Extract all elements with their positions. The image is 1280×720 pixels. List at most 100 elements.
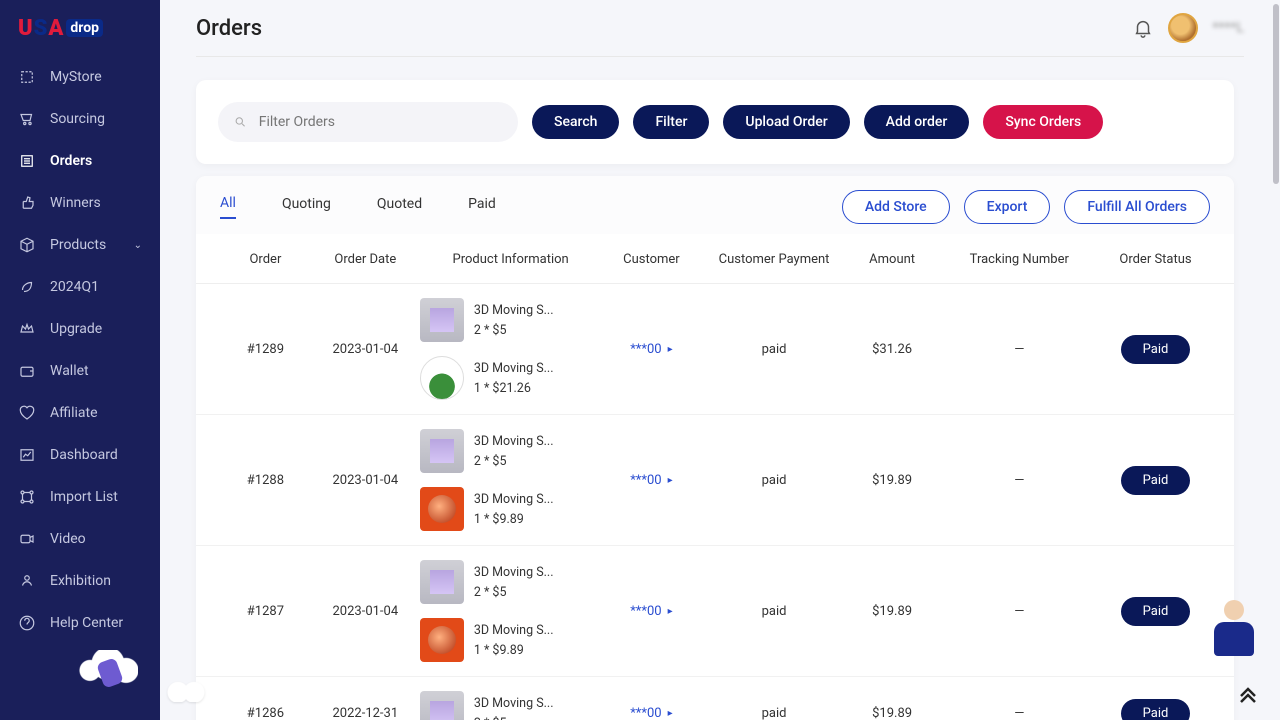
th-prod: Product Information <box>420 252 602 267</box>
sidebar-item-wallet[interactable]: Wallet <box>0 350 160 392</box>
table-body: #1289 2023-01-04 3D Moving S... 2 * $5 3… <box>196 284 1234 720</box>
filter-orders-input[interactable] <box>259 114 502 130</box>
th-pay: Customer Payment <box>701 252 846 267</box>
cell-products: 3D Moving S... 2 * $5 3D Moving S... 1 *… <box>420 560 602 662</box>
export-button[interactable]: Export <box>964 190 1051 224</box>
cell-products: 3D Moving S... 2 * $5 <box>420 691 602 720</box>
cell-status: Paid <box>1101 466 1210 495</box>
cell-date: 2023-01-04 <box>311 604 420 619</box>
product-qty: 2 * $5 <box>474 585 554 600</box>
status-badge[interactable]: Paid <box>1121 597 1191 626</box>
header-divider <box>196 56 1244 57</box>
upload-order-button[interactable]: Upload Order <box>723 105 849 139</box>
sidebar-item-mystore[interactable]: MyStore <box>0 56 160 98</box>
fulfill-all-button[interactable]: Fulfill All Orders <box>1064 190 1210 224</box>
add-order-button[interactable]: Add order <box>864 105 970 139</box>
cell-tracking: — <box>938 706 1101 720</box>
search-icon <box>234 115 247 129</box>
product-title: 3D Moving S... <box>474 303 554 318</box>
notification-icon[interactable] <box>1132 17 1154 39</box>
product-item: 3D Moving S... 2 * $5 <box>420 298 602 342</box>
sidebar-item-2024q1[interactable]: 2024Q1 <box>0 266 160 308</box>
caret-right-icon: ▸ <box>668 344 673 355</box>
th-date: Order Date <box>311 252 420 267</box>
tab-quoted[interactable]: Quoted <box>377 196 422 218</box>
add-store-button[interactable]: Add Store <box>842 190 950 224</box>
tab-quoting[interactable]: Quoting <box>282 196 331 218</box>
cell-amount: $19.89 <box>847 706 938 720</box>
cell-order: #1289 <box>220 342 311 357</box>
list-icon <box>18 152 36 170</box>
product-title: 3D Moving S... <box>474 696 554 711</box>
sidebar-item-affiliate[interactable]: Affiliate <box>0 392 160 434</box>
chart-icon <box>18 446 36 464</box>
thumbs-up-icon <box>18 194 36 212</box>
scroll-to-top-button[interactable] <box>1236 682 1260 706</box>
cell-order: #1286 <box>220 706 311 720</box>
search-button[interactable]: Search <box>532 105 619 139</box>
product-title: 3D Moving S... <box>474 492 554 507</box>
sidebar-item-upgrade[interactable]: Upgrade <box>0 308 160 350</box>
cloud-decoration <box>166 678 206 702</box>
status-badge[interactable]: Paid <box>1121 699 1191 720</box>
sidebar-item-label: Dashboard <box>50 447 118 463</box>
rocket-decoration <box>78 650 150 710</box>
cell-date: 2023-01-04 <box>311 473 420 488</box>
table-row: #1288 2023-01-04 3D Moving S... 2 * $5 3… <box>196 415 1234 546</box>
sidebar-item-sourcing[interactable]: Sourcing <box>0 98 160 140</box>
filter-button[interactable]: Filter <box>633 105 709 139</box>
cell-products: 3D Moving S... 2 * $5 3D Moving S... 1 *… <box>420 429 602 531</box>
sidebar-item-label: Affiliate <box>50 405 98 421</box>
th-order: Order <box>220 252 311 267</box>
cell-customer[interactable]: ***00▸ <box>601 473 701 488</box>
sidebar-item-label: MyStore <box>50 69 102 85</box>
sidebar-item-label: Video <box>50 531 86 547</box>
cell-status: Paid <box>1101 699 1210 720</box>
sidebar-item-label: 2024Q1 <box>50 279 99 295</box>
sidebar-item-label: Help Center <box>50 615 123 631</box>
sidebar-item-video[interactable]: Video <box>0 518 160 560</box>
interface-icon <box>18 572 36 590</box>
toolbar-card: Search Filter Upload Order Add order Syn… <box>196 80 1234 164</box>
tabs-row: All Quoting Quoted Paid Add Store Export… <box>196 176 1234 234</box>
cell-customer[interactable]: ***00▸ <box>601 342 701 357</box>
cell-amount: $19.89 <box>847 473 938 488</box>
tab-all[interactable]: All <box>220 195 236 219</box>
product-title: 3D Moving S... <box>474 623 554 638</box>
product-qty: 2 * $5 <box>474 323 554 338</box>
cell-status: Paid <box>1101 335 1210 364</box>
product-thumb <box>420 618 464 662</box>
heart-icon <box>18 404 36 422</box>
status-badge[interactable]: Paid <box>1121 335 1191 364</box>
logo[interactable]: USA drop <box>0 0 160 56</box>
cell-customer[interactable]: ***00▸ <box>601 604 701 619</box>
cell-tracking: — <box>938 473 1101 488</box>
cell-customer[interactable]: ***00▸ <box>601 706 701 720</box>
sidebar-item-winners[interactable]: Winners <box>0 182 160 224</box>
product-thumb <box>420 298 464 342</box>
scrollbar-thumb[interactable] <box>1273 4 1279 184</box>
product-item: 3D Moving S... 2 * $5 <box>420 429 602 473</box>
avatar[interactable] <box>1168 13 1198 43</box>
tab-paid[interactable]: Paid <box>468 196 496 218</box>
sidebar-item-products[interactable]: Products ⌄ <box>0 224 160 266</box>
cell-status: Paid <box>1101 597 1210 626</box>
sidebar-item-dashboard[interactable]: Dashboard <box>0 434 160 476</box>
cell-amount: $31.26 <box>847 342 938 357</box>
sidebar-item-orders[interactable]: Orders <box>0 140 160 182</box>
scrollbar[interactable] <box>1272 0 1280 720</box>
sidebar-item-importlist[interactable]: Import List <box>0 476 160 518</box>
cell-products: 3D Moving S... 2 * $5 3D Moving S... 1 *… <box>420 298 602 400</box>
sidebar-item-exhibition[interactable]: Exhibition <box>0 560 160 602</box>
crown-icon <box>18 320 36 338</box>
page-title: Orders <box>196 16 262 41</box>
assistant-widget[interactable] <box>1208 600 1260 660</box>
product-qty: 1 * $9.89 <box>474 512 554 527</box>
sync-orders-button[interactable]: Sync Orders <box>983 105 1103 139</box>
th-status: Order Status <box>1101 252 1210 267</box>
cell-payment: paid <box>701 342 846 357</box>
product-qty: 1 * $9.89 <box>474 643 554 658</box>
status-badge[interactable]: Paid <box>1121 466 1191 495</box>
search-wrap[interactable] <box>218 102 518 142</box>
sidebar-item-helpcenter[interactable]: Help Center <box>0 602 160 644</box>
